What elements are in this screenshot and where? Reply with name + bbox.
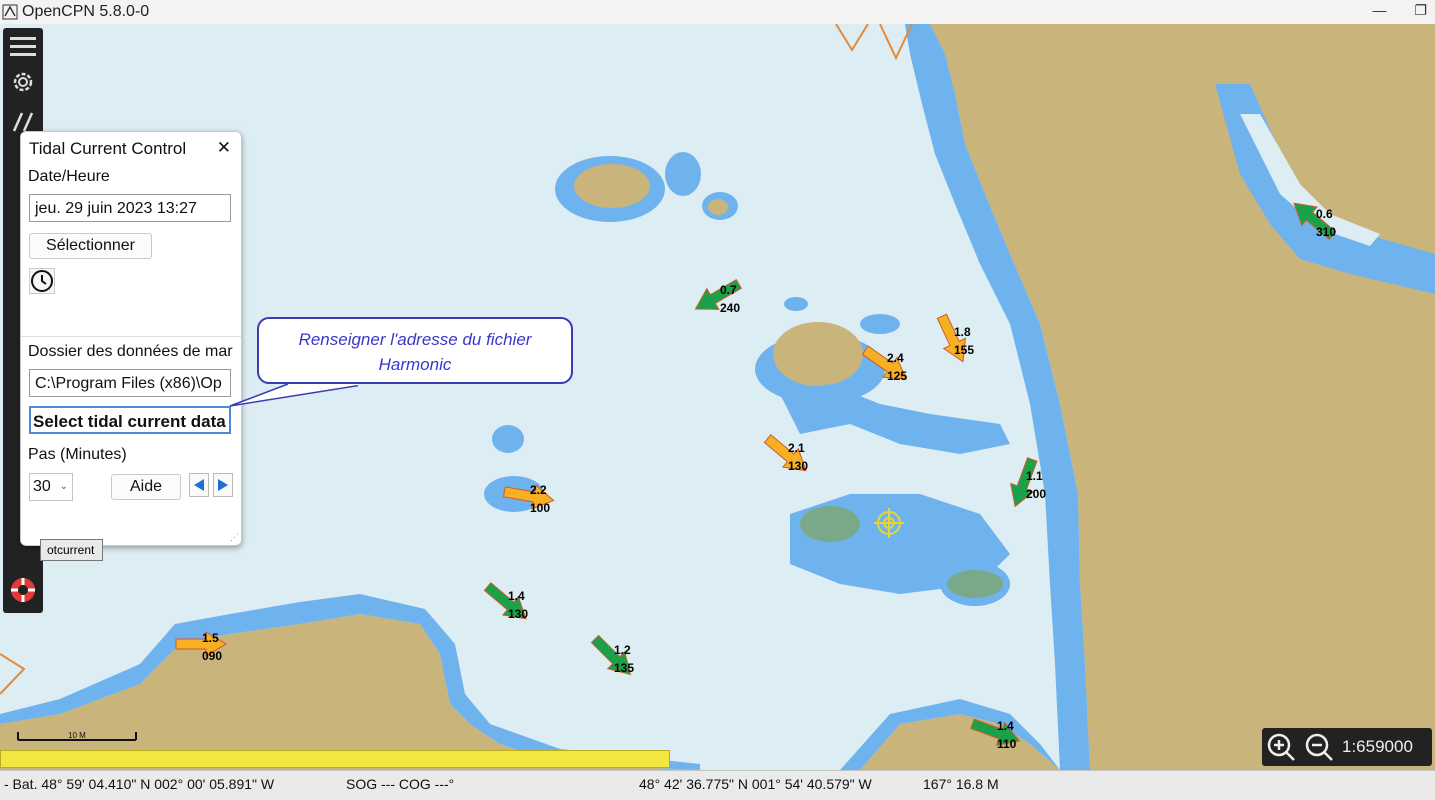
window-title: OpenCPN 5.8.0-0 bbox=[22, 3, 150, 20]
current-speed-label: 1.4 bbox=[508, 589, 525, 603]
resize-grip-icon[interactable]: ⋰ bbox=[230, 532, 239, 543]
callout-line-2: Harmonic bbox=[378, 355, 452, 374]
tidal-current-arrow bbox=[590, 634, 632, 676]
current-direction-label: 130 bbox=[508, 607, 528, 621]
callout-pointer bbox=[229, 383, 358, 407]
tidal-current-control-dialog: Tidal Current Control ✕ Date/Heure jeu. … bbox=[20, 131, 242, 546]
current-speed-label: 2.4 bbox=[887, 351, 904, 365]
help-button[interactable]: Aide bbox=[111, 474, 181, 500]
current-direction-label: 240 bbox=[720, 301, 740, 315]
select-tidal-data-button[interactable]: Select tidal current data bbox=[29, 406, 231, 434]
annotation-callout: Renseigner l'adresse du fichier Harmonic bbox=[257, 317, 573, 384]
lifebuoy-icon[interactable] bbox=[9, 576, 37, 604]
step-minutes-label: Pas (Minutes) bbox=[28, 446, 127, 463]
clock-icon bbox=[31, 270, 53, 292]
now-clock-button[interactable] bbox=[29, 268, 55, 294]
status-progress-bar bbox=[0, 750, 670, 768]
current-direction-label: 310 bbox=[1316, 225, 1336, 239]
date-time-field[interactable]: jeu. 29 juin 2023 13:27 bbox=[29, 194, 231, 222]
current-direction-label: 110 bbox=[997, 737, 1017, 751]
zoom-control: 1:659000 bbox=[1262, 728, 1432, 766]
cursor-position: 48° 42' 36.775" N 001° 54' 40.579" W bbox=[639, 776, 872, 792]
bearing-distance: 167° 16.8 M bbox=[923, 776, 999, 792]
select-date-button[interactable]: Sélectionner bbox=[29, 233, 152, 259]
current-direction-label: 155 bbox=[954, 343, 974, 357]
arrow-left-icon bbox=[194, 479, 204, 491]
date-time-label: Date/Heure bbox=[28, 168, 110, 185]
current-speed-label: 2.1 bbox=[788, 441, 805, 455]
current-speed-label: 1.8 bbox=[954, 325, 971, 339]
current-speed-label: 1.2 bbox=[614, 643, 631, 657]
current-direction-label: 090 bbox=[202, 649, 222, 663]
current-speed-label: 1.4 bbox=[997, 719, 1014, 733]
scale-bar-label: 10 M bbox=[68, 731, 86, 740]
settings-gear-icon[interactable] bbox=[9, 68, 37, 96]
step-minutes-value: 30 bbox=[33, 478, 51, 495]
zoom-out-icon[interactable] bbox=[1304, 732, 1334, 762]
minimize-icon[interactable]: — bbox=[1372, 2, 1386, 19]
close-icon[interactable]: ✕ bbox=[217, 138, 231, 158]
opencpn-logo-icon bbox=[2, 4, 18, 20]
step-forward-button[interactable] bbox=[213, 473, 233, 497]
current-direction-label: 125 bbox=[887, 369, 907, 383]
window-titlebar: OpenCPN 5.8.0-0 — ❐ bbox=[0, 0, 1435, 25]
sog-cog: SOG --- COG ---° bbox=[346, 776, 455, 792]
step-minutes-select[interactable]: 30 ⌄ bbox=[29, 473, 73, 501]
step-back-button[interactable] bbox=[189, 473, 209, 497]
current-speed-label: 2.2 bbox=[530, 483, 547, 497]
chevron-down-icon: ⌄ bbox=[59, 481, 68, 492]
current-speed-label: 1.1 bbox=[1026, 469, 1043, 483]
current-speed-label: 1.5 bbox=[202, 631, 219, 645]
chart-scale-value: 1:659000 bbox=[1342, 737, 1413, 756]
current-speed-label: 0.6 bbox=[1316, 207, 1333, 221]
data-folder-label: Dossier des données de mar bbox=[28, 343, 233, 360]
current-speed-label: 0.7 bbox=[720, 283, 737, 297]
current-direction-label: 135 bbox=[614, 661, 634, 675]
arrow-right-icon bbox=[218, 479, 228, 491]
current-direction-label: 130 bbox=[788, 459, 808, 473]
boat-position: - Bat. 48° 59' 04.410" N 002° 00' 05.891… bbox=[4, 776, 275, 792]
toolbar-tooltip: otcurrent bbox=[40, 539, 103, 561]
status-bar: - Bat. 48° 59' 04.410" N 002° 00' 05.891… bbox=[0, 770, 1435, 800]
dialog-title: Tidal Current Control bbox=[29, 139, 187, 158]
current-direction-label: 100 bbox=[530, 501, 550, 515]
current-direction-label: 200 bbox=[1026, 487, 1046, 501]
callout-line-1: Renseigner l'adresse du fichier bbox=[298, 330, 532, 349]
data-folder-field[interactable]: C:\Program Files (x86)\Op bbox=[29, 369, 231, 397]
zoom-in-icon[interactable] bbox=[1266, 732, 1296, 762]
hamburger-menu-icon[interactable] bbox=[9, 32, 37, 60]
restore-icon[interactable]: ❐ bbox=[1414, 2, 1427, 19]
